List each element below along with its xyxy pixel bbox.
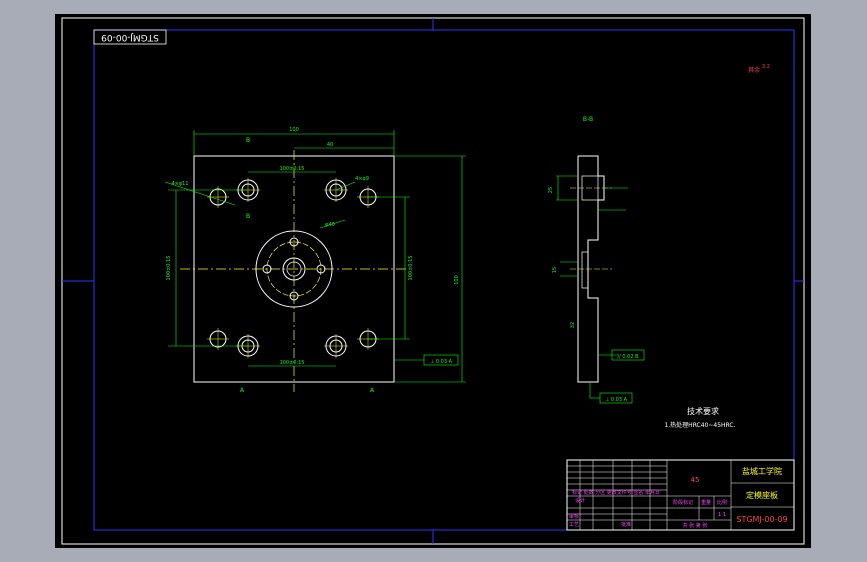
tech-req-title: 技术要求 <box>687 406 719 416</box>
section-tol-frame-1-text: // 0.02 B <box>617 354 639 360</box>
tolerance-frame-front-text: ⊥ 0.03 A <box>430 359 453 365</box>
callout-hole-1: 4×φ11 <box>171 181 188 187</box>
dimension-lines <box>164 130 466 383</box>
section-view: B-B 25 15 32 // 0.02 B ⊥ 0.03 A <box>548 116 645 404</box>
roughness-value: 3.2 <box>762 64 770 70</box>
scale-label: 比例 <box>717 499 727 506</box>
revision-header: 标记 处数 分区 更改文件号 签名 年月日 <box>572 489 660 496</box>
datum-bottom-right: A <box>370 387 375 394</box>
drawing-number-top: STGMJ-00-09 <box>101 32 159 42</box>
stage-label: 阶段标记 <box>673 499 693 506</box>
dim-width: 100 <box>289 127 299 133</box>
section-dim-2: 15 <box>552 267 558 273</box>
callout-hole-2: 4×φ9 <box>355 176 369 182</box>
school-name: 盐城工学院 <box>742 466 782 476</box>
section-label: B-B <box>583 116 593 123</box>
outer-frame <box>61 17 805 545</box>
section-tol-frame-2-text: ⊥ 0.03 A <box>605 397 628 403</box>
front-view: 100 40 100±0.15 100±0.15 100±0.15 100±0.… <box>164 127 466 394</box>
dim-height: 100 <box>454 275 460 285</box>
section-mark-top: B <box>246 137 250 144</box>
weight-label: 重量 <box>701 499 711 506</box>
sheet-info: 共 张 第 张 <box>683 522 708 529</box>
part-name: 定模座板 <box>746 490 778 500</box>
section-dim-3: 32 <box>570 322 576 328</box>
roughness-note: 其余 <box>748 66 760 74</box>
cad-drawing: STGMJ-00-09 其余 3.2 100 40 100±0.15 100±0… <box>61 17 805 545</box>
dim-hole-pitch-v-left: 100±0.15 <box>166 256 172 281</box>
process-label: 工艺 <box>569 522 579 528</box>
section-sprue <box>581 251 589 289</box>
section-dim-1: 25 <box>548 187 554 193</box>
dim-hole-pitch-v: 100±0.15 <box>408 256 414 281</box>
designer-label: 设计 <box>575 497 585 504</box>
material: 45 <box>691 476 700 484</box>
dim-hole-pitch-h: 100±0.15 <box>280 166 305 172</box>
counterbore-hole-br <box>324 334 348 358</box>
checker-label: 审核 <box>569 513 579 520</box>
drawing-code: STGMJ-00-09 <box>736 515 787 524</box>
title-block: 45 盐城工学院 定模座板 STGMJ-00-09 标记 处数 分区 更改文件号… <box>566 459 795 531</box>
inner-border <box>93 29 795 531</box>
datum-bottom-left: A <box>240 387 245 394</box>
section-mark-mid: B <box>246 213 250 220</box>
dim-hole-pitch-h-bottom: 100±0.15 <box>280 360 305 366</box>
tech-req-line1: 1.热处理HRC40~45HRC. <box>664 421 735 429</box>
clamp-hole-bl <box>207 328 229 350</box>
callout-center: φ40 <box>325 222 335 228</box>
approve-label: 批准 <box>621 521 631 528</box>
section-dims <box>556 175 628 399</box>
scale-value: 1:1 <box>718 512 726 518</box>
dim-top-2: 40 <box>327 142 333 148</box>
